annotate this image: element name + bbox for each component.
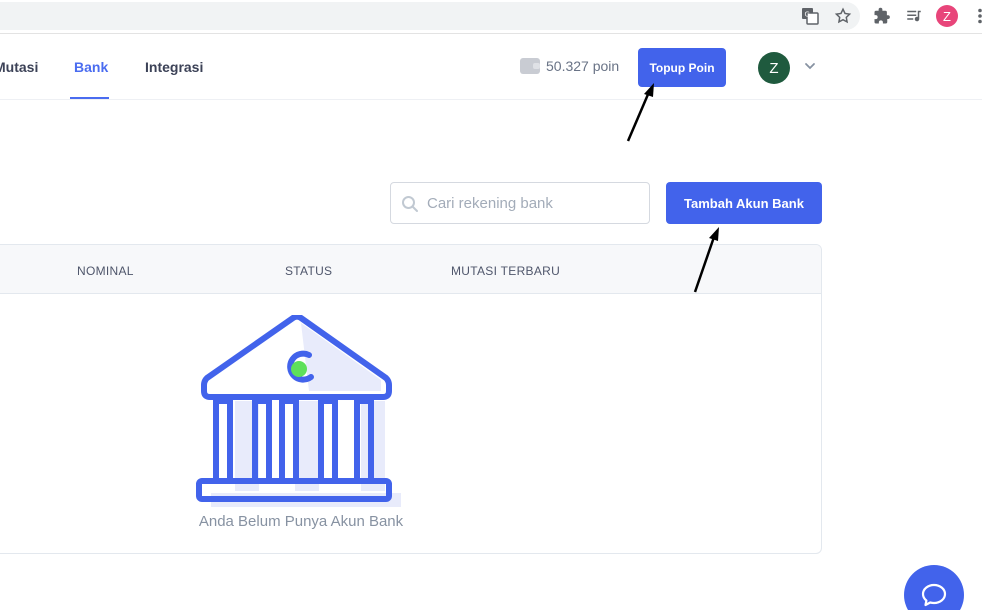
empty-state-message: Anda Belum Punya Akun Bank: [198, 513, 404, 530]
page: G Z Mutasi Bank Integrasi 50.327 poin To…: [0, 0, 982, 610]
column-header-nominal[interactable]: NOMINAL: [77, 264, 134, 278]
app-header: Mutasi Bank Integrasi 50.327 poin Topup …: [0, 35, 982, 100]
add-bank-account-button[interactable]: Tambah Akun Bank: [666, 182, 822, 224]
point-balance: 50.327 poin: [520, 58, 619, 74]
active-tab-indicator: [70, 97, 109, 99]
tab-integrasi[interactable]: Integrasi: [145, 35, 203, 99]
browser-toolbar: G Z: [0, 0, 982, 34]
search-icon: [401, 195, 419, 218]
user-avatar[interactable]: Z: [758, 52, 790, 84]
column-header-mutasi-terbaru[interactable]: MUTASI TERBARU: [451, 264, 560, 278]
browser-profile-avatar[interactable]: Z: [936, 5, 958, 27]
search-field[interactable]: [390, 182, 650, 224]
translate-icon[interactable]: G: [800, 6, 820, 26]
browser-menu-icon[interactable]: [970, 6, 982, 26]
bank-building-icon: [191, 313, 411, 520]
tab-bank[interactable]: Bank: [74, 35, 108, 99]
point-balance-value: 50.327 poin: [546, 58, 620, 74]
extensions-puzzle-icon[interactable]: [872, 6, 892, 26]
search-input[interactable]: [427, 183, 642, 223]
annotation-arrow-add-bank: [693, 227, 719, 293]
annotation-arrow-topup: [626, 83, 654, 142]
svg-text:G: G: [805, 11, 810, 19]
tab-mutasi[interactable]: Mutasi: [0, 35, 38, 99]
address-bar[interactable]: [0, 2, 860, 30]
media-queue-icon[interactable]: [904, 6, 924, 26]
wallet-icon: [520, 58, 540, 74]
chat-button[interactable]: [904, 565, 964, 610]
chevron-down-icon[interactable]: [803, 59, 817, 78]
column-header-status[interactable]: STATUS: [285, 264, 332, 278]
bookmark-star-icon[interactable]: [833, 6, 853, 26]
chat-bubble-icon: [921, 583, 947, 607]
